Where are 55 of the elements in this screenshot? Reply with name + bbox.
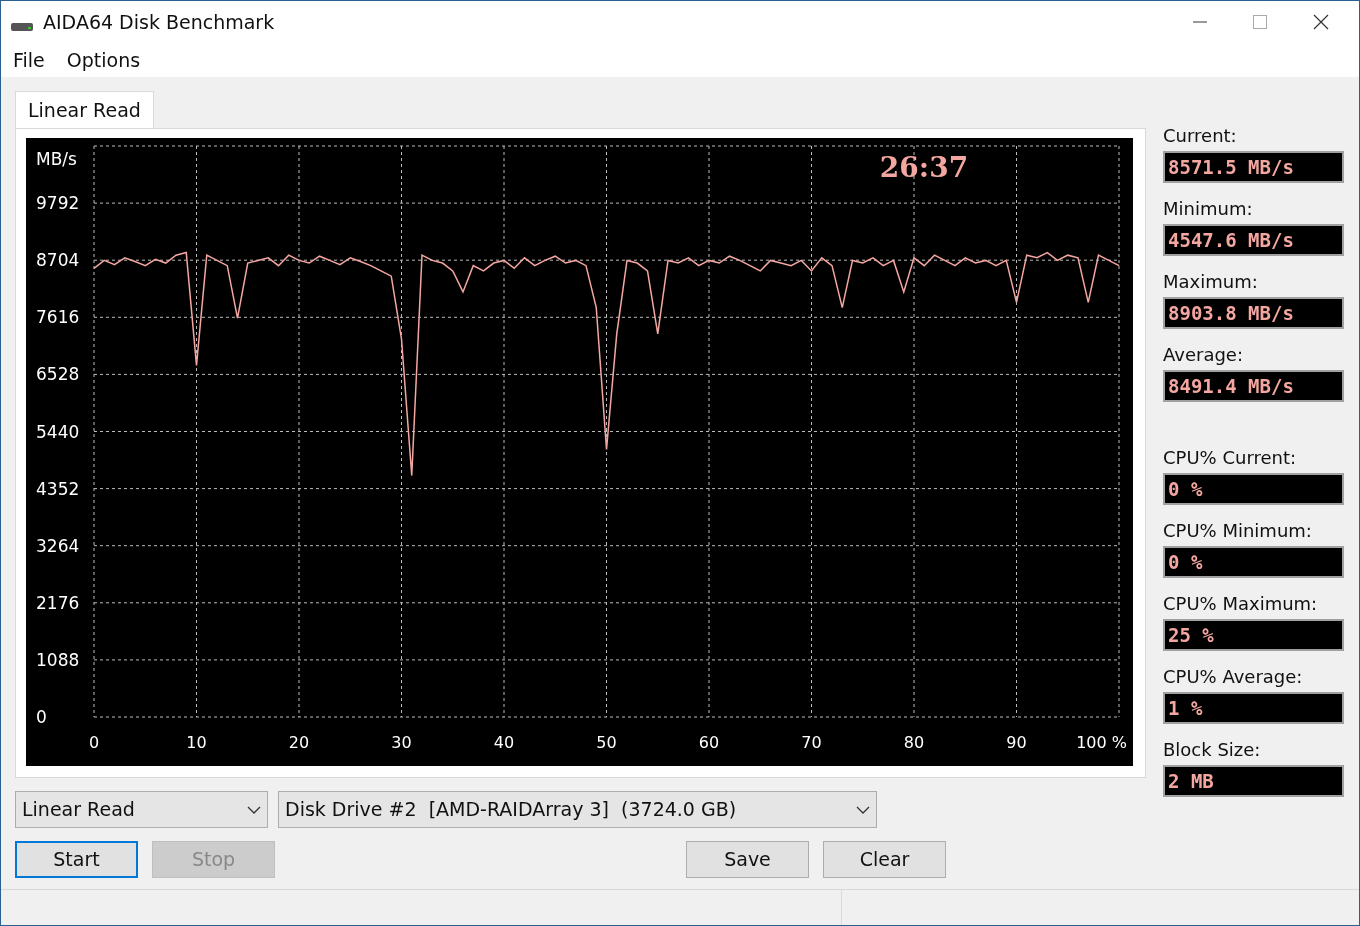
chevron-icon [247,805,261,814]
stat-value: 25 % [1163,619,1344,651]
y-tick-label: 8704 [36,250,80,271]
y-tick-label: 5440 [36,421,80,442]
y-tick-label: 9792 [36,193,80,214]
y-tick-label: 3264 [36,535,80,556]
tab[interactable]: Linear Read [15,91,154,128]
y-tick-label: 4352 [36,478,80,499]
y-tick-label: 2176 [36,592,80,613]
y-tick-label: 0 [36,707,47,727]
stat-label: CPU% Maximum: [1163,593,1319,615]
stat-label: CPU% Current: [1163,447,1298,469]
action-button[interactable]: Clear [823,841,946,878]
drive-select[interactable]: Disk Drive #2 [AMD-RAIDArray 3] (3724.0 GB) [278,791,877,828]
action-button[interactable]: Start [15,841,138,878]
x-tick-label: 10 [186,733,207,752]
window-title: AIDA64 Disk Benchmark [43,9,275,35]
stat-label: CPU% Minimum: [1163,520,1313,542]
x-tick-label: 50 [596,733,617,752]
x-tick-label: 70 [801,733,822,752]
x-tick-label: 30 [391,733,412,752]
maximize-icon[interactable] [1253,15,1267,29]
stat-value: 8571.5 MB/s [1163,151,1344,183]
menu-item[interactable]: File [13,45,45,75]
x-tick-label: 20 [288,733,310,752]
x-tick-label: 100 % [1076,733,1127,752]
stat-label: Minimum: [1163,198,1254,220]
x-tick-label: 0 [88,733,100,752]
chevron-icon [856,805,870,814]
y-tick-label: 7616 [36,307,80,328]
menu-item[interactable]: Options [66,45,141,75]
y-axis-label: MB/s [36,149,77,169]
stat-value: 8491.4 MB/s [1163,370,1344,402]
close-icon[interactable] [1313,14,1329,30]
x-tick-label: 80 [903,733,925,752]
stat-value: 2 MB [1163,765,1344,797]
disk-drive-icon [11,21,33,31]
stat-value: 0 % [1163,473,1344,505]
x-tick-label: 60 [698,733,720,752]
x-tick-label: 90 [1006,733,1027,752]
stat-label: Maximum: [1163,271,1259,293]
y-tick-label: 6528 [36,364,80,385]
stat-value: 4547.6 MB/s [1163,224,1344,256]
y-tick-label: 1088 [36,649,80,670]
stat-label: CPU% Average: [1163,666,1304,688]
elapsed-time: 26:37 [879,151,969,184]
x-tick-label: 40 [493,733,515,752]
action-button[interactable]: Save [686,841,809,878]
test-select[interactable]: Linear Read [15,791,268,828]
stat-value: 8903.8 MB/s [1163,297,1344,329]
stat-label: Current: [1163,125,1238,147]
stat-value: 0 % [1163,546,1344,578]
stat-label: Block Size: [1163,739,1262,761]
stat-value: 1 % [1163,692,1344,724]
stat-label: Average: [1163,344,1244,366]
